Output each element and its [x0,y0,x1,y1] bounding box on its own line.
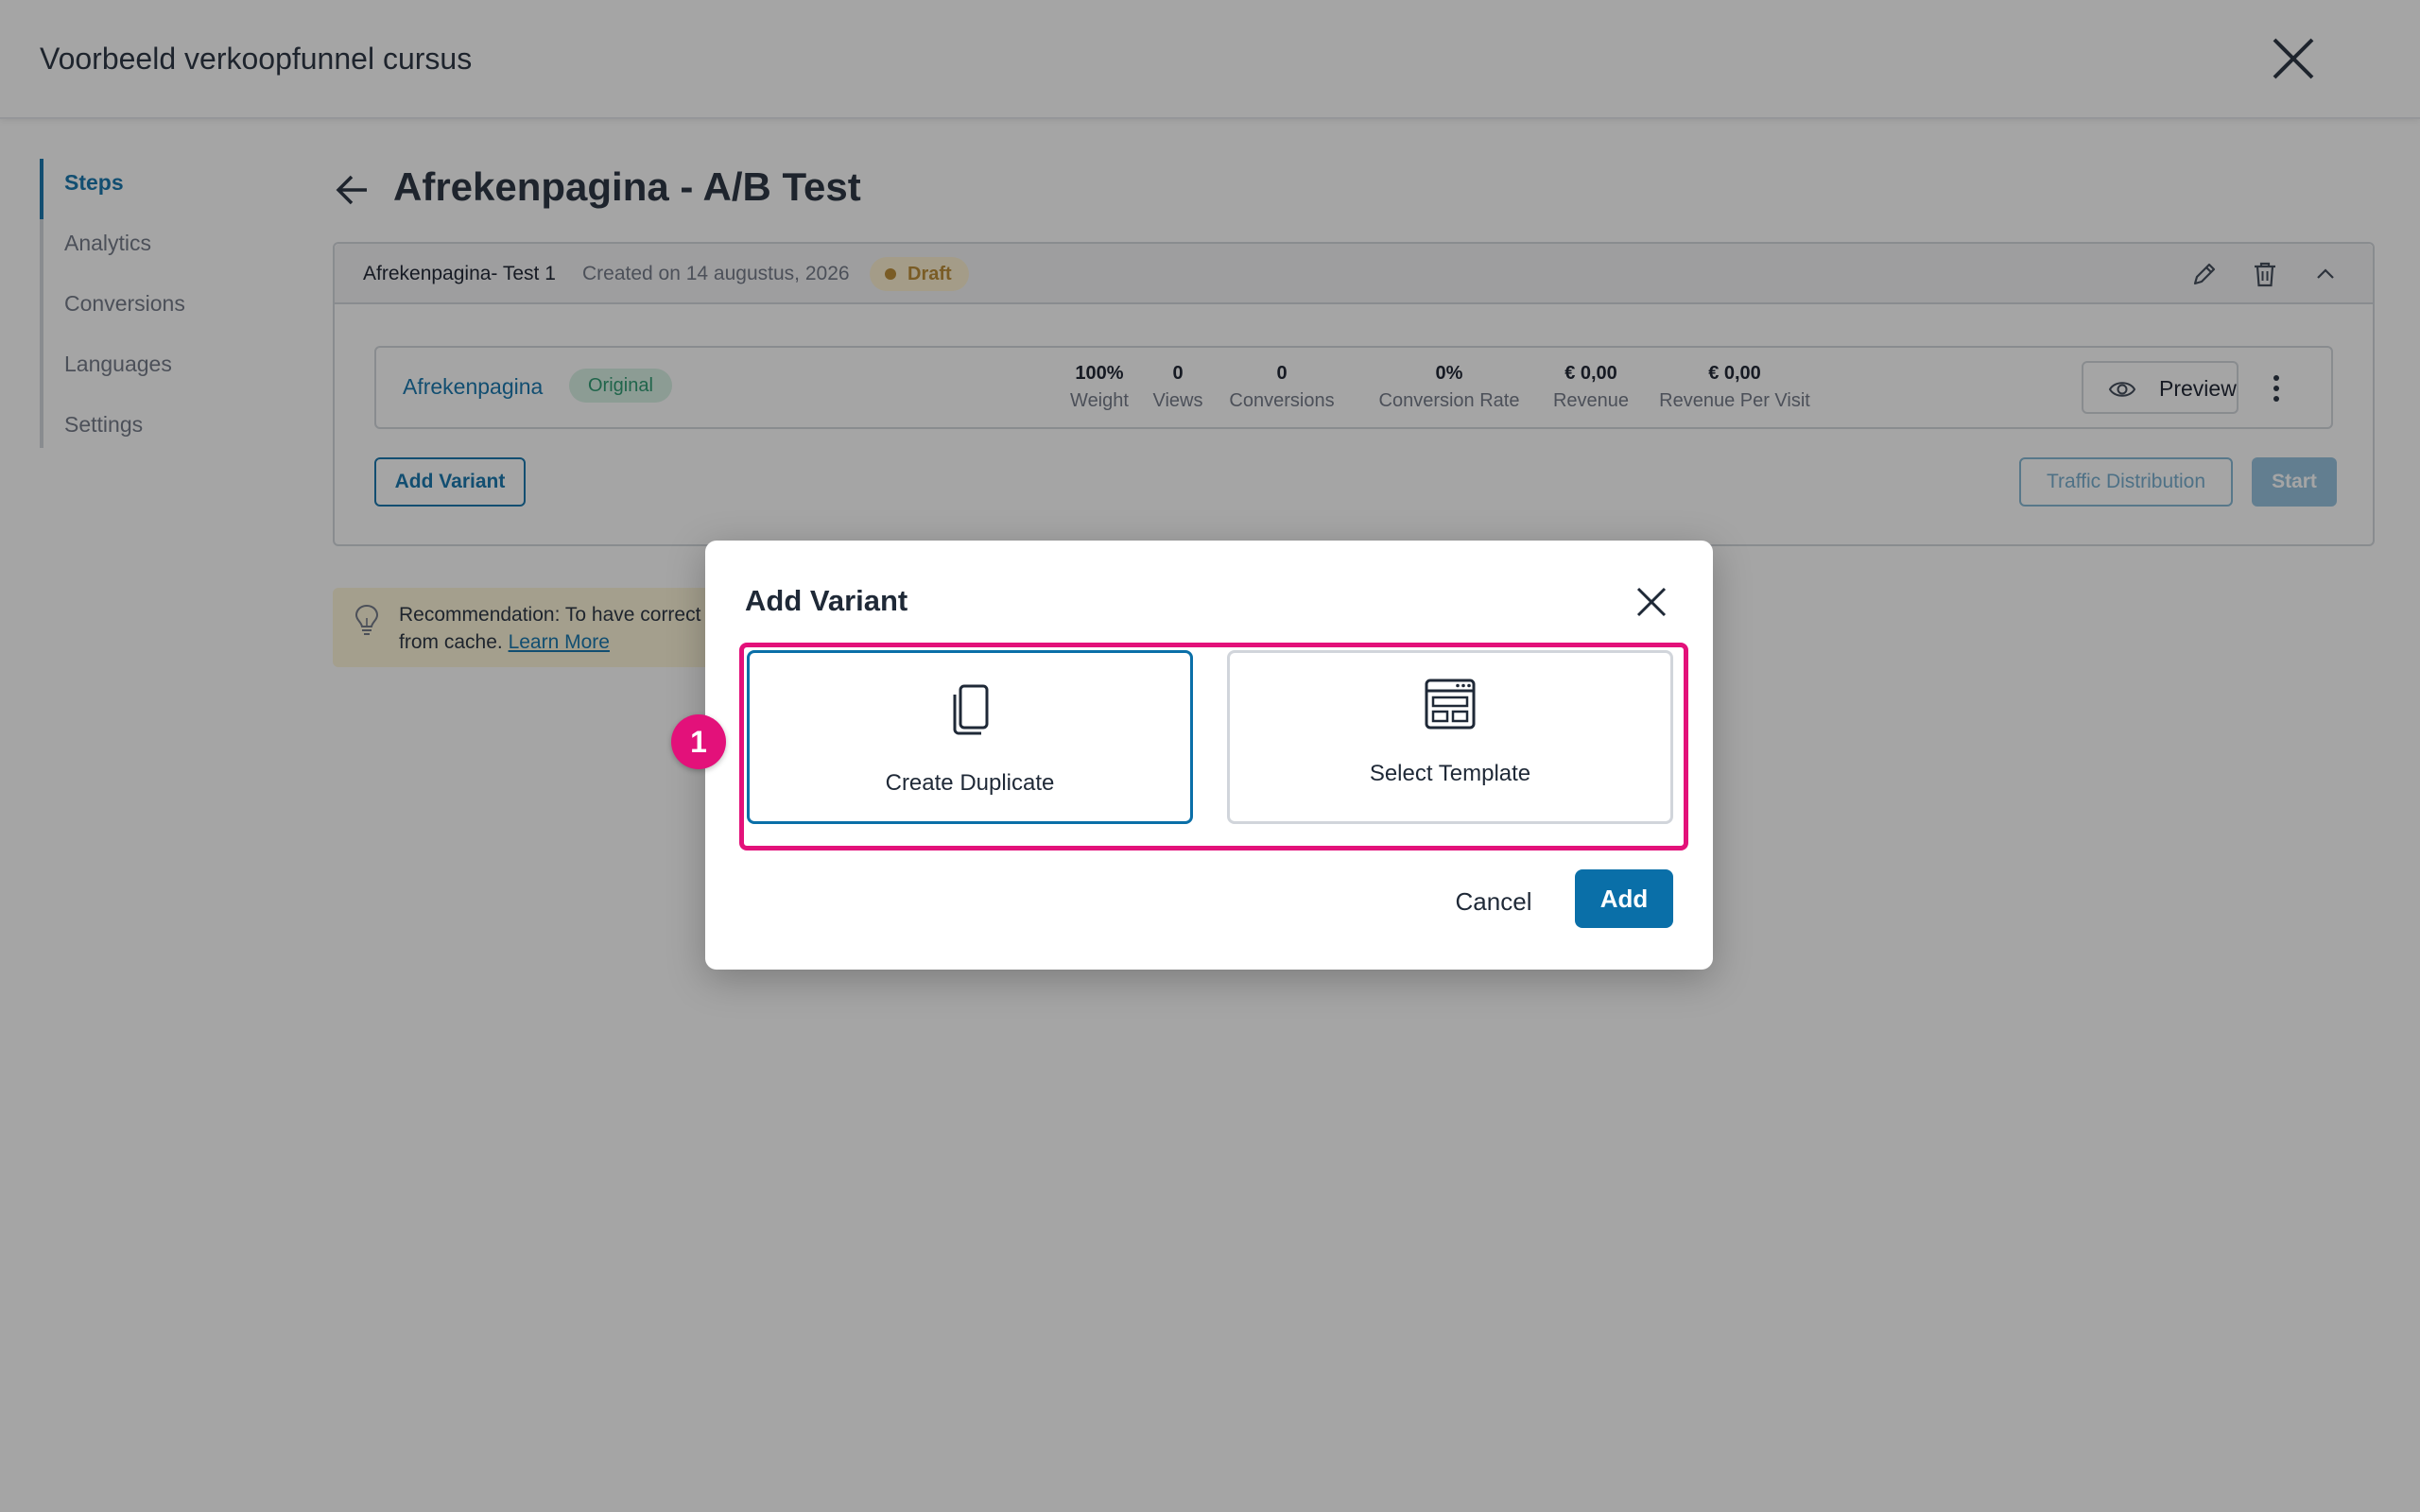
create-duplicate-option[interactable]: Create Duplicate [747,650,1193,824]
add-variant-dialog: Add Variant Create Duplicate Select Temp… [705,541,1713,970]
select-template-option[interactable]: Select Template [1227,650,1673,824]
add-button[interactable]: Add [1575,869,1673,928]
step-number-marker: 1 [671,714,726,769]
copy-icon [953,684,989,735]
create-duplicate-label: Create Duplicate [885,770,1055,796]
dialog-title: Add Variant [745,584,908,617]
cancel-button[interactable]: Cancel [1433,873,1554,930]
select-template-label: Select Template [1369,761,1531,786]
template-icon [1425,679,1476,730]
close-icon[interactable] [1635,586,1668,618]
